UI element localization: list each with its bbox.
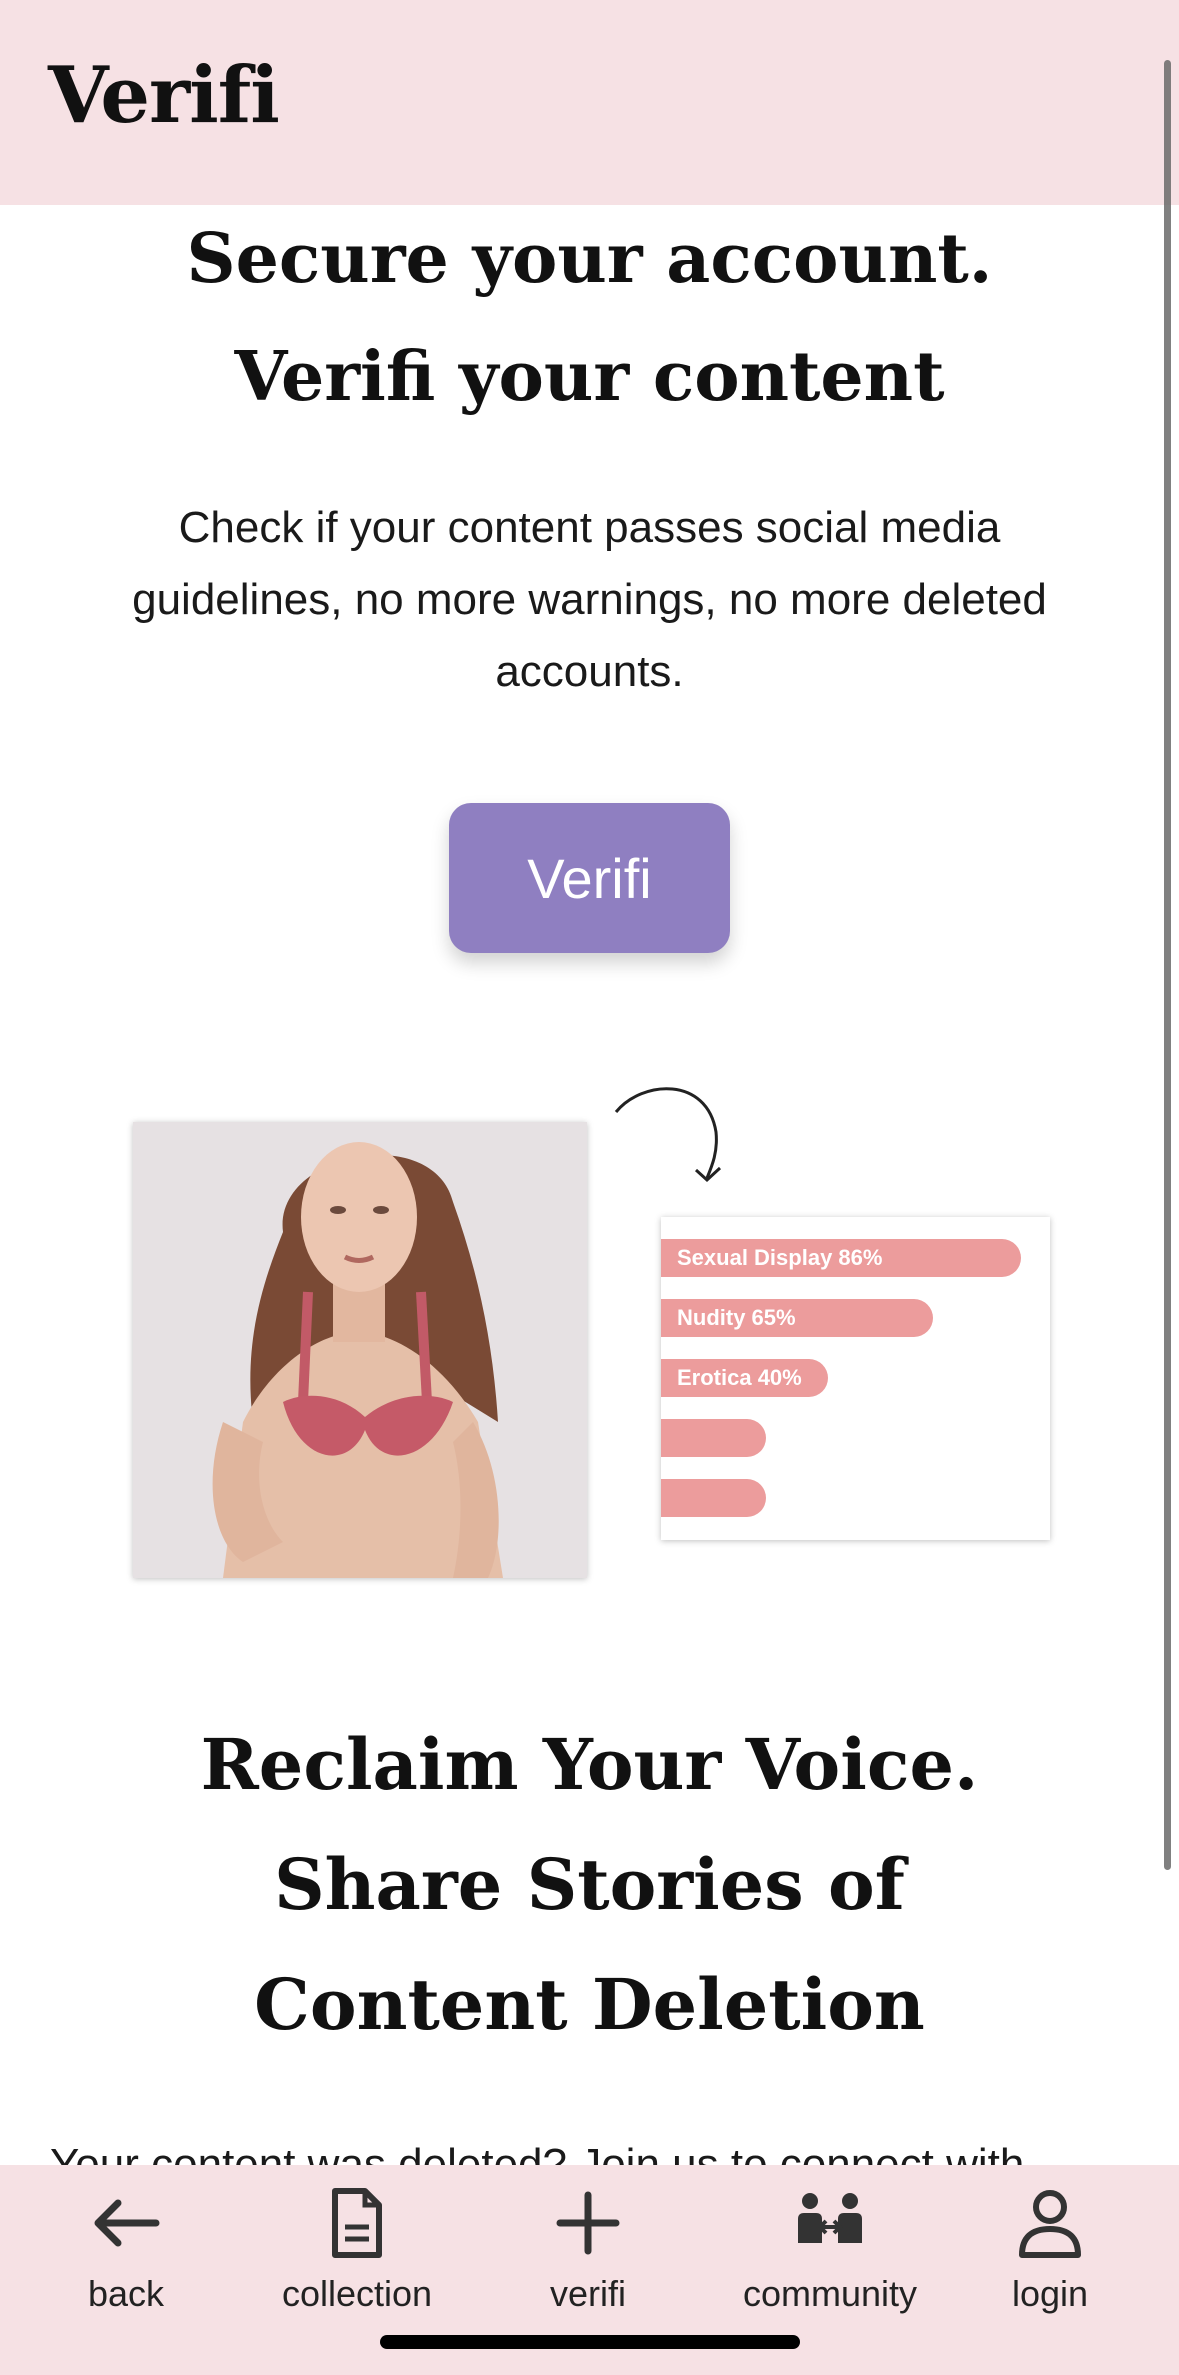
section2-title-line3: Content Deletion (254, 1963, 925, 2046)
nav-community[interactable]: community (720, 2183, 940, 2333)
analysis-bar (661, 1479, 766, 1517)
app-header: Verifi (0, 0, 1179, 205)
nav-verifi[interactable]: verifi (478, 2183, 698, 2333)
verifi-button[interactable]: Verifi (449, 803, 730, 953)
people-icon (798, 2193, 862, 2243)
sample-photo-illustration (133, 1122, 587, 1578)
nav-login[interactable]: login (940, 2183, 1160, 2333)
nav-community-label: community (742, 2273, 918, 2314)
analysis-card: Sexual Display 86% Nudity 65% Erotica 40% (661, 1217, 1050, 1540)
hero-title-line2: Verifi your content (234, 337, 945, 417)
nav-verifi-label: verifi (549, 2273, 626, 2314)
section2-title-line1: Reclaim Your Voice. (200, 1723, 979, 1806)
section2-title-line2: Share Stories of (274, 1843, 905, 1926)
nav-login-label: login (1011, 2273, 1089, 2314)
analysis-bar: Erotica 40% (661, 1359, 828, 1397)
nav-back[interactable]: back (16, 2183, 236, 2333)
home-indicator (380, 2335, 800, 2349)
user-icon (1019, 2190, 1081, 2258)
section2-title: Reclaim Your Voice. Share Stories of Con… (0, 1705, 1179, 2065)
nav-collection[interactable]: collection (247, 2183, 467, 2333)
hero-title: Secure your account. Verifi your content (0, 200, 1179, 436)
arrow-left-icon (94, 2199, 160, 2247)
app-logo[interactable]: Verifi (48, 50, 280, 141)
analysis-bar: Sexual Display 86% (661, 1239, 1021, 1277)
document-icon (332, 2188, 382, 2258)
analysis-bar: Nudity 65% (661, 1299, 933, 1337)
nav-back-label: back (87, 2273, 165, 2314)
plus-icon (556, 2191, 620, 2255)
curved-arrow-icon (614, 1087, 722, 1183)
sample-photo (133, 1122, 587, 1578)
nav-collection-label: collection (281, 2273, 433, 2314)
hero-title-line1: Secure your account. (186, 219, 993, 299)
hero-subtitle: Check if your content passes social medi… (132, 503, 1047, 696)
analysis-bar (661, 1419, 766, 1457)
